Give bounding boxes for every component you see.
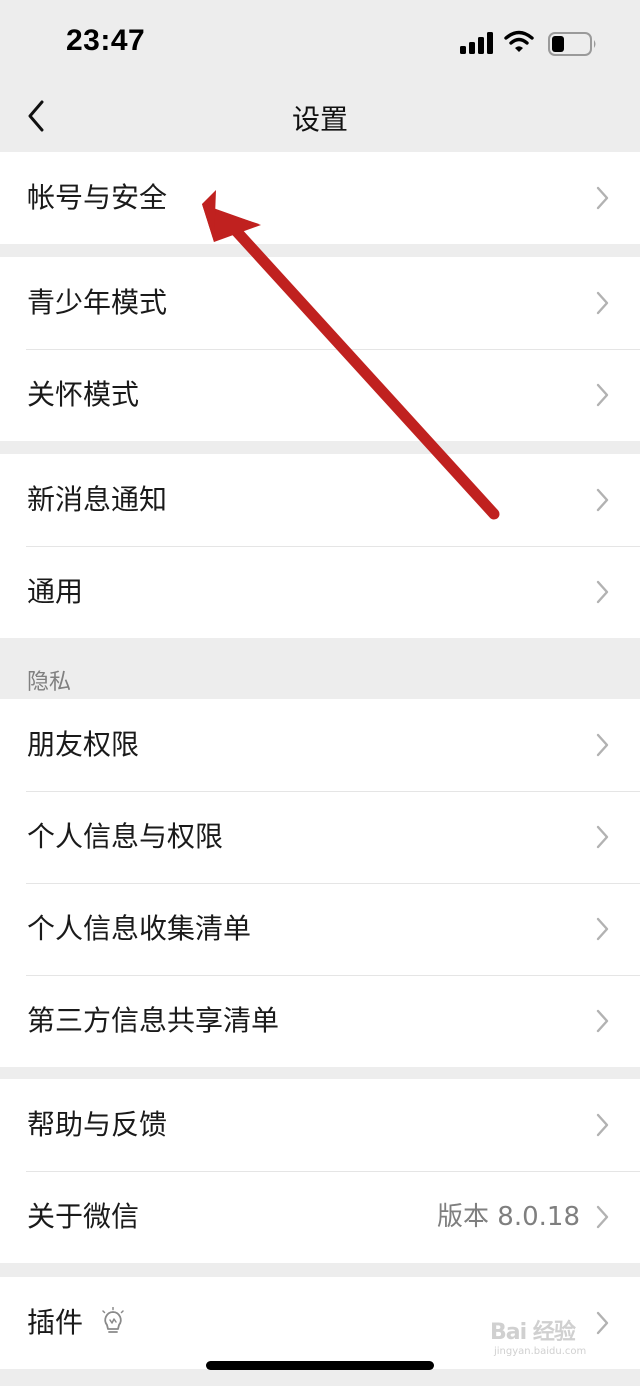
lightbulb-icon (102, 1307, 124, 1333)
chevron-right-icon (596, 186, 609, 210)
settings-item-general[interactable]: 通用 (0, 546, 640, 638)
status-icons (460, 28, 600, 58)
chevron-right-icon (596, 580, 609, 604)
settings-item-label: 青少年模式 (27, 286, 168, 319)
settings-item-teen-mode[interactable]: 青少年模式 (0, 257, 640, 349)
version-value: 版本 8.0.18 (437, 1202, 580, 1232)
settings-item-notifications[interactable]: 新消息通知 (0, 454, 640, 546)
status-time: 23:47 (66, 24, 146, 57)
battery-icon (548, 32, 596, 56)
settings-group-privacy: 朋友权限 个人信息与权限 个人信息收集清单 第三方信息共享清单 (0, 699, 640, 1067)
settings-item-label: 帐号与安全 (27, 181, 168, 214)
page-title: 设置 (291, 103, 348, 136)
settings-item-personal-info-collection[interactable]: 个人信息收集清单 (0, 883, 640, 975)
navigation-bar: 设置 (0, 88, 640, 152)
settings-item-account-security[interactable]: 帐号与安全 (0, 152, 640, 244)
settings-item-care-mode[interactable]: 关怀模式 (0, 349, 640, 441)
chevron-right-icon (596, 825, 609, 849)
chevron-right-icon (596, 917, 609, 941)
settings-item-label: 通用 (27, 575, 84, 608)
chevron-right-icon (596, 733, 609, 757)
chevron-right-icon (596, 1009, 609, 1033)
home-indicator[interactable] (206, 1361, 434, 1370)
status-bar: 23:47 (0, 0, 640, 88)
settings-item-label: 帮助与反馈 (27, 1108, 168, 1141)
settings-item-label: 个人信息收集清单 (27, 912, 252, 945)
settings-item-label: 第三方信息共享清单 (27, 1004, 280, 1037)
settings-item-personal-info-permissions[interactable]: 个人信息与权限 (0, 791, 640, 883)
settings-item-label: 新消息通知 (27, 483, 168, 516)
cellular-signal-icon (460, 32, 493, 54)
watermark-text: Bai 经验 (490, 1320, 576, 1345)
settings-item-label: 朋友权限 (27, 728, 140, 761)
chevron-right-icon (596, 1113, 609, 1137)
settings-group-general: 新消息通知 通用 (0, 454, 640, 638)
chevron-right-icon (596, 1205, 609, 1229)
chevron-right-icon (596, 383, 609, 407)
chevron-right-icon (596, 488, 609, 512)
settings-group-about: 帮助与反馈 关于微信 版本 8.0.18 (0, 1079, 640, 1263)
settings-item-label: 关怀模式 (27, 378, 140, 411)
settings-group-modes: 青少年模式 关怀模式 (0, 257, 640, 441)
wifi-icon (504, 30, 534, 52)
settings-item-friend-permissions[interactable]: 朋友权限 (0, 699, 640, 791)
settings-item-help-feedback[interactable]: 帮助与反馈 (0, 1079, 640, 1171)
settings-item-label: 个人信息与权限 (27, 820, 224, 853)
chevron-right-icon (596, 291, 609, 315)
settings-item-about-wechat[interactable]: 关于微信 版本 8.0.18 (0, 1171, 640, 1263)
watermark: Bai 经验 jingyan.baidu.com (490, 1314, 610, 1358)
watermark-subtext: jingyan.baidu.com (494, 1346, 587, 1357)
settings-group-account: 帐号与安全 (0, 152, 640, 244)
settings-item-label: 插件 (27, 1306, 84, 1339)
section-header-privacy: 隐私 (27, 670, 72, 695)
settings-item-third-party-sharing[interactable]: 第三方信息共享清单 (0, 975, 640, 1067)
settings-item-label: 关于微信 (27, 1200, 140, 1233)
